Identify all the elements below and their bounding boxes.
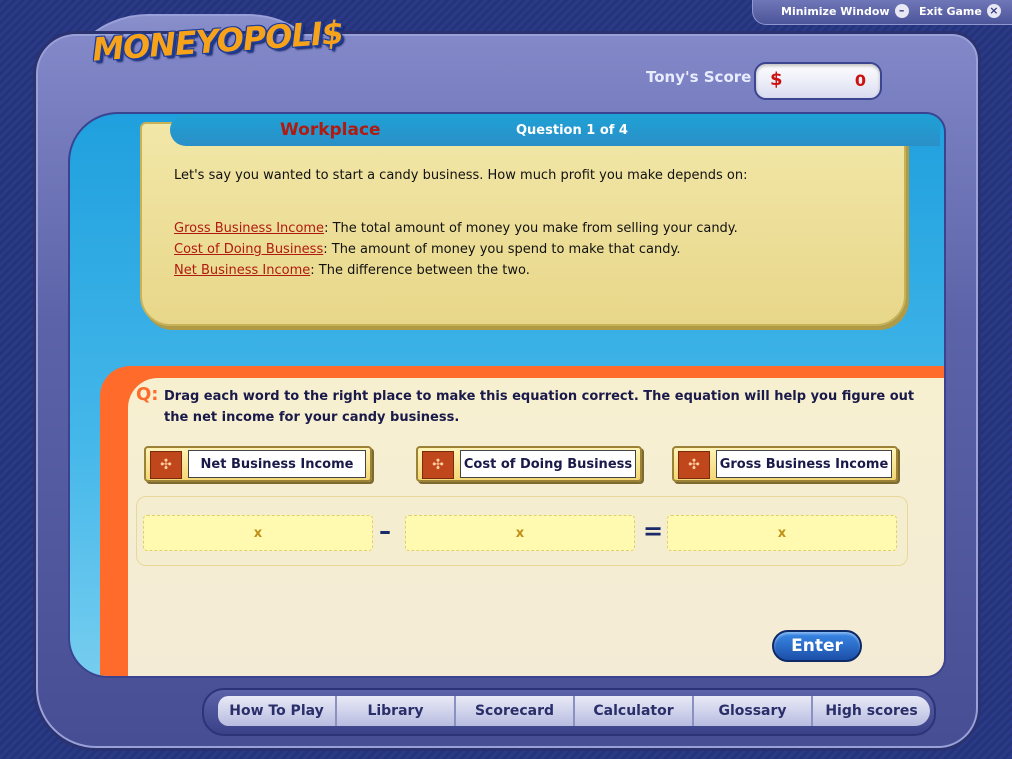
glossary-link-net-business-income[interactable]: Net Business Income [174, 263, 310, 278]
lesson-intro: Let's say you wanted to start a candy bu… [174, 168, 748, 183]
nav-calculator[interactable]: Calculator [575, 696, 694, 726]
definitions-list: Gross Business Income: The total amount … [174, 218, 738, 281]
score-value: 0 [854, 71, 866, 90]
bottom-nav: How To Play Library Scorecard Calculator… [202, 688, 936, 736]
minus-operator: – [379, 517, 391, 545]
minimize-label: Minimize Window [781, 4, 890, 18]
bottom-nav-bar: How To Play Library Scorecard Calculator… [218, 696, 930, 726]
question-panel-inner: Q: Drag each word to the right place to … [128, 378, 944, 676]
section-title: Workplace [280, 120, 381, 140]
word-label: Cost of Doing Business [460, 450, 636, 478]
nav-high-scores[interactable]: High scores [813, 696, 930, 726]
question-text: Drag each word to the right place to mak… [164, 389, 915, 425]
nav-library[interactable]: Library [337, 696, 456, 726]
equation-area: x – x = x [136, 496, 908, 566]
exit-label: Exit Game [919, 4, 982, 18]
score-label: Tony's Score [646, 68, 752, 86]
question-progress: Question 1 of 4 [516, 123, 628, 138]
draggable-word-net-business-income[interactable]: ✣ Net Business Income [144, 446, 372, 482]
glossary-link-cost-of-doing-business[interactable]: Cost of Doing Business [174, 242, 323, 257]
drop-slot-2[interactable]: x [405, 515, 635, 551]
word-label: Gross Business Income [716, 450, 892, 478]
enter-button[interactable]: Enter [772, 630, 862, 662]
lesson-header: Workplace Question 1 of 4 [170, 114, 940, 146]
minimize-icon: – [894, 4, 909, 18]
word-label: Net Business Income [188, 450, 366, 478]
nav-how-to-play[interactable]: How To Play [218, 696, 337, 726]
definition-text: : The difference between the two. [310, 263, 530, 278]
minimize-window-button[interactable]: Minimize Window – [781, 4, 909, 18]
lesson-panel: Let's say you wanted to start a candy bu… [140, 122, 906, 326]
close-icon: × [986, 4, 1001, 18]
definition-item: Gross Business Income: The total amount … [174, 218, 738, 239]
nav-glossary[interactable]: Glossary [694, 696, 813, 726]
score-display: $ 0 [754, 62, 882, 100]
definition-text: : The total amount of money you make fro… [324, 221, 738, 236]
puzzle-icon: ✣ [150, 451, 182, 479]
draggable-word-gross-business-income[interactable]: ✣ Gross Business Income [672, 446, 898, 482]
draggable-word-cost-of-doing-business[interactable]: ✣ Cost of Doing Business [416, 446, 642, 482]
question-panel: Q: Drag each word to the right place to … [100, 366, 944, 676]
game-screen: Let's say you wanted to start a candy bu… [68, 112, 946, 678]
dollar-icon: $ [770, 69, 783, 90]
equals-operator: = [643, 517, 664, 545]
drop-slot-3[interactable]: x [667, 515, 897, 551]
exit-game-button[interactable]: Exit Game × [919, 4, 1001, 18]
puzzle-icon: ✣ [422, 451, 454, 479]
nav-scorecard[interactable]: Scorecard [456, 696, 575, 726]
window-controls: Minimize Window – Exit Game × [752, 0, 1012, 25]
question-marker: Q: [136, 384, 159, 405]
definition-item: Cost of Doing Business: The amount of mo… [174, 239, 738, 260]
puzzle-icon: ✣ [678, 451, 710, 479]
definition-item: Net Business Income: The difference betw… [174, 260, 738, 281]
definition-text: : The amount of money you spend to make … [323, 242, 681, 257]
drop-slot-1[interactable]: x [143, 515, 373, 551]
glossary-link-gross-business-income[interactable]: Gross Business Income [174, 221, 324, 236]
